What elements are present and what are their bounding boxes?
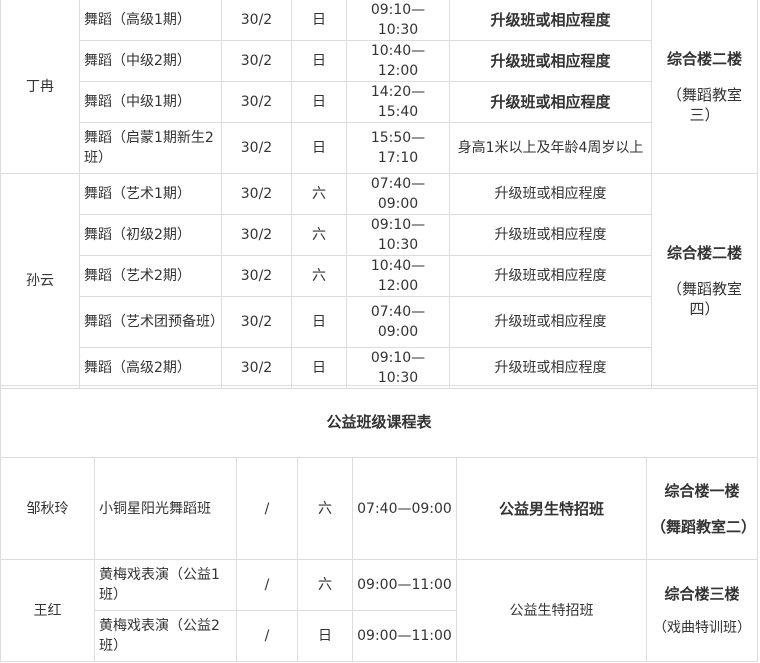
day-cell: 六 bbox=[291, 214, 347, 256]
time-cell: 07:40—09:00 bbox=[352, 457, 457, 560]
hours-cell: 30/2 bbox=[221, 81, 292, 123]
requirement-cell: 公益男生特招班 bbox=[456, 457, 647, 560]
day-cell: 日 bbox=[291, 81, 347, 123]
day-cell: 日 bbox=[291, 40, 347, 82]
table-row: 王红 黄梅戏表演（公益1班） / 六 09:00—11:00 公益生特招班 综合… bbox=[0, 559, 759, 662]
hours-cell: 30/2 bbox=[221, 255, 292, 297]
table-row: 孙云 舞蹈（艺术1期） 30/2 六 07:40—09:00 升级班或相应程度 … bbox=[0, 173, 758, 389]
time-cell: 09:10—10:30 bbox=[346, 214, 450, 256]
time-cell: 07:40—09:00 bbox=[346, 296, 450, 348]
hours-cell: 30/2 bbox=[221, 347, 292, 389]
table-title: 公益班级课程表 bbox=[0, 385, 759, 458]
hours-cell: / bbox=[236, 610, 298, 662]
time-cell: 15:50—17:10 bbox=[346, 122, 450, 174]
table-row: 舞蹈（高级2期） 30/2 日 09:10—10:30 升级班或相应程度 bbox=[1, 347, 758, 389]
time-cell: 07:40—09:00 bbox=[346, 173, 450, 215]
table-row: 舞蹈（艺术2期） 30/2 六 10:40—12:00 升级班或相应程度 bbox=[1, 255, 758, 297]
table-row: 舞蹈（启蒙1期新生2班） 30/2 日 15:50—17:10 身高1米以上及年… bbox=[1, 122, 758, 174]
teacher-cell: 王红 bbox=[0, 559, 95, 662]
time-cell: 09:00—11:00 bbox=[352, 559, 457, 611]
table-title-row: 公益班级课程表 bbox=[0, 385, 759, 458]
room-cell: 综合楼三楼 （戏曲特训班） bbox=[645, 559, 759, 662]
hours-cell: 30/2 bbox=[221, 40, 292, 82]
hours-cell: / bbox=[236, 559, 298, 611]
room-cell: 综合楼二楼 （舞蹈教室四） bbox=[651, 173, 758, 389]
table-row: 丁冉 舞蹈（高级1期） 30/2 日 09:10—10:30 升级班或相应程度 … bbox=[0, 0, 758, 174]
course-cell: 舞蹈（中级1期） bbox=[79, 81, 222, 123]
requirement-cell: 升级班或相应程度 bbox=[449, 173, 652, 215]
teacher-cell: 邹秋玲 bbox=[0, 457, 95, 560]
teacher-cell: 丁冉 bbox=[0, 0, 80, 174]
day-cell: 日 bbox=[291, 0, 347, 41]
course-cell: 舞蹈（启蒙1期新生2班） bbox=[79, 122, 222, 174]
course-cell: 舞蹈（中级2期） bbox=[79, 40, 222, 82]
requirement-cell: 升级班或相应程度 bbox=[449, 0, 652, 41]
day-cell: 日 bbox=[297, 610, 353, 662]
day-cell: 日 bbox=[291, 347, 347, 389]
requirement-cell: 升级班或相应程度 bbox=[449, 40, 652, 82]
schedule-table: 丁冉 舞蹈（高级1期） 30/2 日 09:10—10:30 升级班或相应程度 … bbox=[0, 0, 758, 389]
hours-cell: 30/2 bbox=[221, 173, 292, 215]
requirement-cell: 升级班或相应程度 bbox=[449, 255, 652, 297]
time-cell: 09:10—10:30 bbox=[346, 347, 450, 389]
table-row: 舞蹈（中级1期） 30/2 日 14:20—15:40 升级班或相应程度 bbox=[1, 81, 758, 123]
room-sub: （舞蹈教室四） bbox=[666, 280, 742, 318]
time-cell: 10:40—12:00 bbox=[346, 255, 450, 297]
course-cell: 舞蹈（高级1期） bbox=[79, 0, 222, 41]
room-main: 综合楼二楼 bbox=[666, 244, 742, 262]
room-cell: 综合楼一楼 （舞蹈教室二） bbox=[645, 457, 759, 560]
room-sub: （戏曲特训班） bbox=[653, 619, 752, 636]
day-cell: 日 bbox=[291, 296, 347, 348]
course-cell: 舞蹈（高级2期） bbox=[79, 347, 222, 389]
course-cell: 黄梅戏表演（公益1班） bbox=[94, 559, 237, 611]
day-cell: 六 bbox=[291, 173, 347, 215]
course-cell: 舞蹈（艺术2期） bbox=[79, 255, 222, 297]
course-cell: 舞蹈（艺术1期） bbox=[79, 173, 222, 215]
course-cell: 黄梅戏表演（公益2班） bbox=[94, 610, 237, 662]
teacher-cell: 孙云 bbox=[0, 173, 80, 389]
day-cell: 六 bbox=[291, 255, 347, 297]
room-sub: （舞蹈教室二） bbox=[651, 517, 757, 536]
time-cell: 09:00—11:00 bbox=[352, 610, 457, 662]
course-cell: 舞蹈（艺术团预备班） bbox=[79, 296, 222, 348]
hours-cell: 30/2 bbox=[221, 122, 292, 174]
time-cell: 14:20—15:40 bbox=[346, 81, 450, 123]
hours-cell: 30/2 bbox=[221, 214, 292, 256]
course-cell: 舞蹈（初级2期） bbox=[79, 214, 222, 256]
requirement-cell: 升级班或相应程度 bbox=[449, 81, 652, 123]
course-cell: 小铜星阳光舞蹈班 bbox=[94, 457, 237, 560]
room-main: 综合楼三楼 bbox=[664, 584, 740, 603]
table-row: 舞蹈（初级2期） 30/2 六 09:10—10:30 升级班或相应程度 bbox=[1, 214, 758, 256]
table-row: 舞蹈（艺术团预备班） 30/2 日 07:40—09:00 升级班或相应程度 bbox=[1, 296, 758, 348]
hours-cell: 30/2 bbox=[221, 296, 292, 348]
room-sub: （舞蹈教室三） bbox=[666, 85, 742, 124]
requirement-cell: 升级班或相应程度 bbox=[449, 214, 652, 256]
day-cell: 六 bbox=[297, 457, 353, 560]
table-row: 舞蹈（中级2期） 30/2 日 10:40—12:00 升级班或相应程度 bbox=[1, 40, 758, 82]
public-schedule-table: 公益班级课程表 邹秋玲 小铜星阳光舞蹈班 / 六 07:40—09:00 公益男… bbox=[0, 385, 759, 662]
table-row: 邹秋玲 小铜星阳光舞蹈班 / 六 07:40—09:00 公益男生特招班 综合楼… bbox=[0, 457, 759, 560]
hours-cell: / bbox=[236, 457, 298, 560]
requirement-cell: 升级班或相应程度 bbox=[449, 347, 652, 389]
room-cell: 综合楼二楼 （舞蹈教室三） bbox=[651, 0, 758, 174]
requirement-cell: 升级班或相应程度 bbox=[449, 296, 652, 348]
requirement-cell: 公益生特招班 bbox=[456, 559, 647, 662]
day-cell: 六 bbox=[297, 559, 353, 611]
room-main: 综合楼一楼 bbox=[664, 481, 740, 500]
day-cell: 日 bbox=[291, 122, 347, 174]
hours-cell: 30/2 bbox=[221, 0, 292, 41]
time-cell: 09:10—10:30 bbox=[346, 0, 450, 41]
room-main: 综合楼二楼 bbox=[666, 49, 742, 68]
time-cell: 10:40—12:00 bbox=[346, 40, 450, 82]
requirement-cell: 身高1米以上及年龄4周岁以上 bbox=[449, 122, 652, 174]
